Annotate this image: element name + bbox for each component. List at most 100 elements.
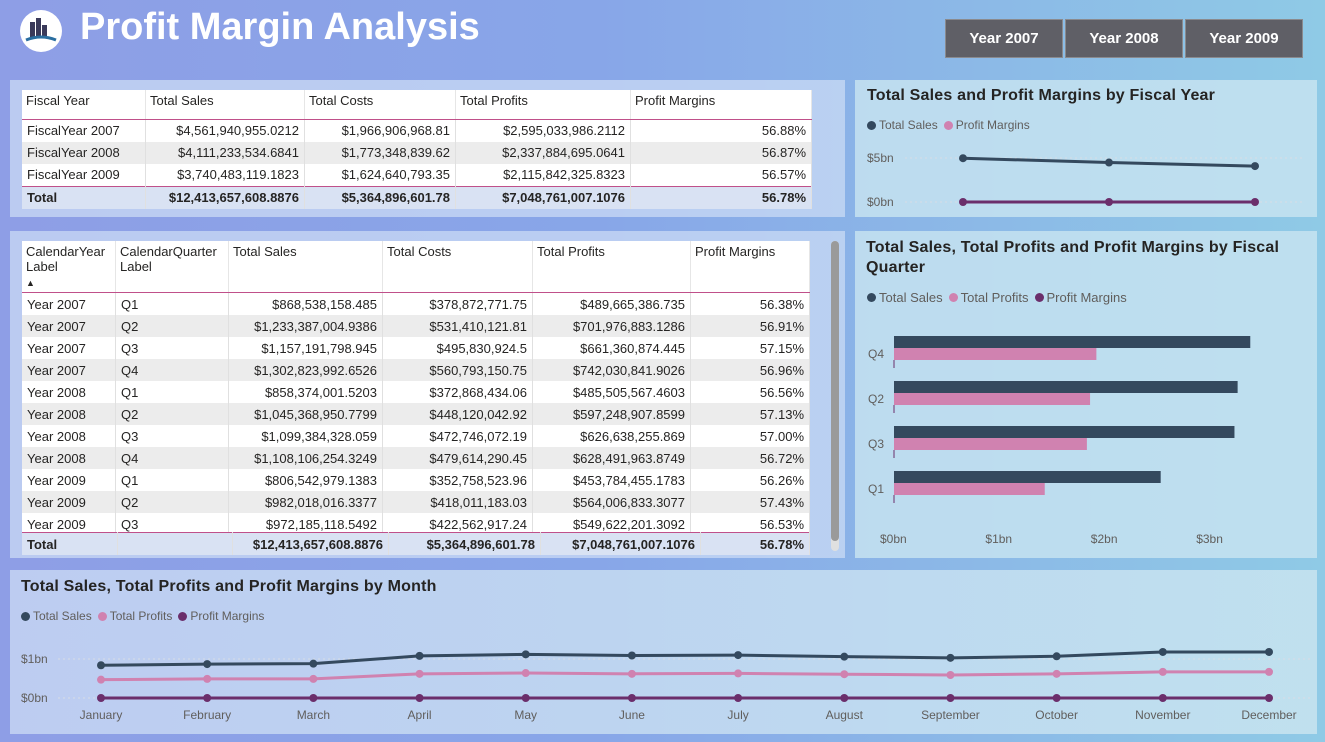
cell: Q3 (115, 425, 229, 447)
cell: Year 2008 (22, 403, 116, 425)
legend-item[interactable]: Total Sales (867, 290, 943, 305)
col-header-calendar-quarter[interactable]: CalendarQuarter Label (115, 241, 229, 293)
col-header-total-sales[interactable]: Total Sales (145, 90, 305, 120)
cell: 57.15% (690, 337, 810, 359)
cell: $661,360,874.445 (532, 337, 691, 359)
data-point (203, 694, 212, 702)
data-point (840, 670, 849, 679)
data-point (946, 653, 955, 662)
legend-dot-icon (178, 611, 188, 621)
data-point (1052, 669, 1061, 678)
data-point (1158, 647, 1167, 656)
legend-item[interactable]: Total Sales (867, 118, 938, 132)
x-tick-label: February (183, 708, 231, 722)
cell: $12,413,657,608.8876 (232, 532, 389, 555)
cell: $7,048,761,007.1076 (540, 532, 701, 555)
legend-item[interactable]: Total Sales (21, 609, 92, 623)
col-header-fiscal-year[interactable]: Fiscal Year (22, 90, 146, 120)
x-tick-label: November (1135, 708, 1190, 722)
total-row: Total $12,413,657,608.8876 $5,364,896,60… (22, 532, 810, 555)
quarter-table-total: Total $12,413,657,608.8876 $5,364,896,60… (22, 532, 810, 555)
cell: 56.78% (700, 532, 810, 555)
cell (117, 532, 233, 555)
col-header-total-sales[interactable]: Total Sales (228, 241, 383, 293)
data-point (415, 651, 424, 660)
legend-item[interactable]: Profit Margins (1034, 290, 1127, 305)
year-2009-button[interactable]: Year 2009 (1185, 19, 1303, 58)
data-point (521, 694, 530, 702)
col-header-total-profits[interactable]: Total Profits (455, 90, 631, 120)
data-point (627, 694, 636, 702)
data-point (97, 694, 105, 702)
table-row: Year 2008 Q3 $1,099,384,328.059 $472,746,07… (22, 425, 810, 447)
y-tick-label: $0bn (21, 691, 48, 705)
cell: $2,115,842,325.8323 (455, 163, 631, 186)
data-point (1052, 694, 1061, 702)
year-2007-button[interactable]: Year 2007 (945, 19, 1063, 58)
data-point (734, 694, 743, 702)
cell: $352,758,523.96 (382, 469, 533, 491)
data-point (97, 675, 105, 684)
cell: 57.13% (690, 403, 810, 425)
data-point (946, 670, 955, 679)
data-point (203, 674, 212, 683)
legend-label: Profit Margins (190, 609, 265, 623)
cell: $489,665,386.735 (532, 292, 691, 315)
cell: $5,364,896,601.78 (388, 532, 541, 555)
year-2008-button[interactable]: Year 2008 (1065, 19, 1183, 58)
col-header-total-profits[interactable]: Total Profits (532, 241, 691, 293)
legend-dot-icon (97, 611, 107, 621)
data-point (840, 652, 849, 661)
chart-legend: Total Sales Total Profits Profit Margins (21, 609, 270, 623)
bar (894, 336, 1251, 348)
cell: $5,364,896,601.78 (304, 185, 456, 209)
table-row: Year 2009 Q2 $982,018,016.3377 $418,011,183… (22, 491, 810, 513)
legend-dot-icon (948, 293, 958, 302)
col-header-profit-margins[interactable]: Profit Margins (690, 241, 810, 293)
x-tick-label: August (826, 708, 864, 722)
table-scrollbar[interactable] (831, 241, 839, 551)
x-tick-label: December (1241, 708, 1296, 722)
legend-dot-icon (1034, 293, 1044, 302)
cell: Total (22, 185, 146, 209)
scrollbar-thumb[interactable] (831, 241, 839, 541)
cell: $485,505,567.4603 (532, 381, 691, 403)
col-header-total-costs[interactable]: Total Costs (382, 241, 533, 293)
cell: 56.96% (690, 359, 810, 381)
cell: Year 2008 (22, 381, 116, 403)
cell: $4,561,940,955.0212 (145, 119, 305, 142)
series-line (100, 670, 1269, 682)
data-point (840, 694, 849, 702)
table-row: Year 2008 Q4 $1,108,106,254.3249 $479,614,2… (22, 447, 810, 469)
cell: 56.88% (630, 119, 812, 142)
legend-dot-icon (867, 120, 876, 130)
data-point (946, 694, 955, 702)
cell: $2,337,884,695.0641 (455, 141, 631, 164)
cell: $1,624,640,793.35 (304, 163, 456, 186)
legend-item[interactable]: Total Profits (948, 290, 1029, 305)
col-header-total-costs[interactable]: Total Costs (304, 90, 456, 120)
x-tick-label: $2bn (1091, 532, 1118, 546)
cell: Q4 (115, 359, 229, 381)
cell: 56.38% (690, 292, 810, 315)
cell: $858,374,001.5203 (228, 381, 383, 403)
cell: $472,746,072.19 (382, 425, 533, 447)
quarter-table: CalendarYear Label ▲ CalendarQuarter Labe… (22, 241, 810, 535)
cell: 57.00% (690, 425, 810, 447)
legend-label: Total Profits (109, 609, 173, 623)
data-point (1251, 198, 1259, 206)
legend-item[interactable]: Total Profits (97, 609, 173, 623)
cell: $868,538,158.485 (228, 292, 383, 315)
legend-item[interactable]: Profit Margins (178, 609, 264, 623)
cell: Year 2007 (22, 359, 116, 381)
bar (894, 483, 1045, 495)
legend-item[interactable]: Profit Margins (943, 118, 1030, 132)
data-point (1158, 694, 1167, 702)
cell: $1,302,823,992.6526 (228, 359, 383, 381)
col-header-calendar-year[interactable]: CalendarYear Label ▲ (22, 241, 116, 293)
cell: $806,542,979.1383 (228, 469, 383, 491)
col-header-profit-margins[interactable]: Profit Margins (630, 90, 812, 120)
legend-label: Profit Margins (955, 118, 1030, 132)
table-row: Year 2008 Q2 $1,045,368,950.7799 $448,120,0… (22, 403, 810, 425)
cell: $378,872,771.75 (382, 292, 533, 315)
